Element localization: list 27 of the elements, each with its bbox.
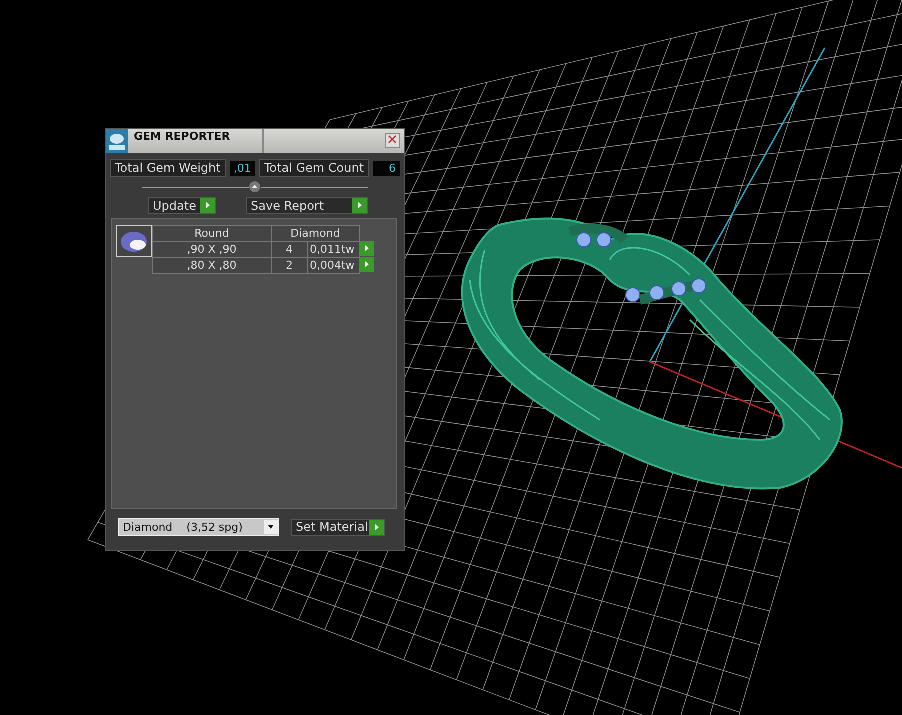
collapse-handle-icon[interactable] — [249, 181, 261, 193]
material-dropdown[interactable]: Diamond (3,52 spg) — [118, 518, 279, 536]
total-label: Total Gem Count — [259, 159, 370, 177]
close-icon — [388, 134, 397, 144]
window-title: GEM REPORTER — [128, 129, 264, 153]
run-icon[interactable] — [359, 241, 374, 256]
table-cell: 2 — [271, 257, 308, 274]
run-icon[interactable] — [352, 198, 367, 213]
table-cell: 4 — [271, 241, 308, 258]
run-icon[interactable] — [359, 257, 374, 272]
close-button[interactable] — [385, 133, 400, 148]
total-value: 6 — [373, 160, 400, 176]
total-label: Total Gem Weight — [110, 159, 226, 177]
table-cell: 0,004tw — [307, 257, 360, 274]
table-cell: 0,011tw — [307, 241, 360, 258]
table-cell: ,90 X ,90 — [152, 241, 272, 258]
set-material-button[interactable]: Set Material — [291, 518, 385, 536]
table-cell: ,80 X ,80 — [152, 257, 272, 274]
column-header: Diamond — [271, 225, 360, 242]
column-header: Round — [152, 225, 272, 242]
run-icon[interactable] — [200, 198, 215, 213]
run-icon[interactable] — [369, 520, 384, 534]
gem-thumbnail-icon — [116, 225, 152, 257]
app-icon — [106, 129, 128, 153]
total-value: ,01 — [230, 160, 256, 176]
action-button[interactable]: Update — [148, 197, 216, 214]
action-button[interactable]: Save Report — [246, 197, 368, 214]
